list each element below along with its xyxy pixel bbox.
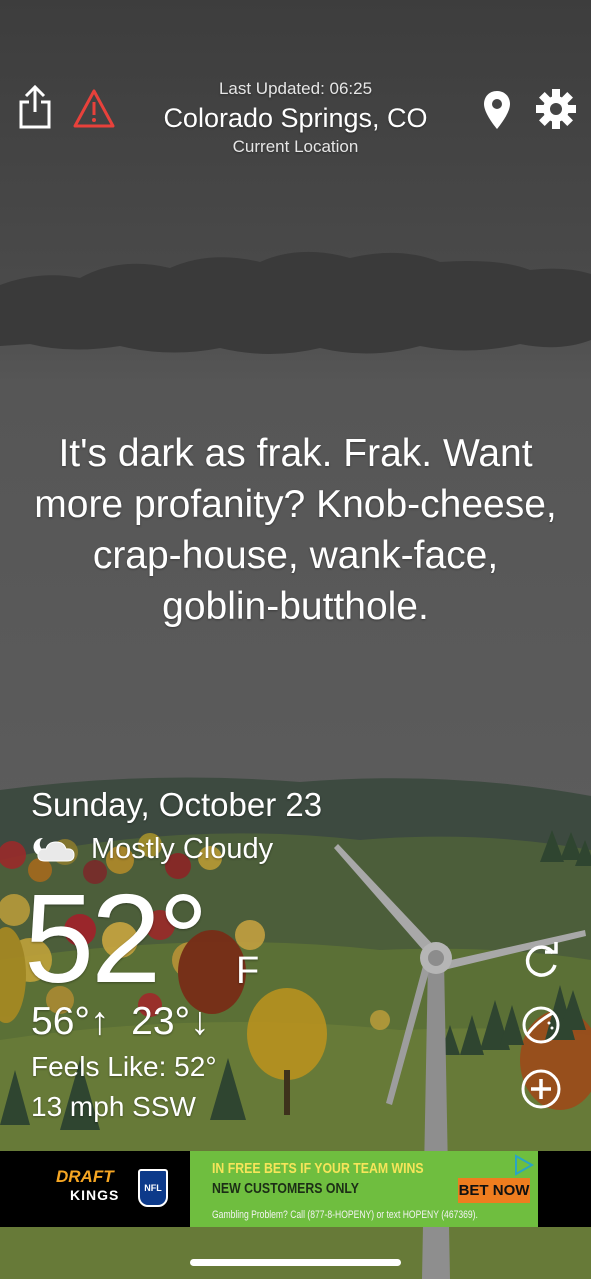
feels-like-label: Feels Like: 52° (31, 1051, 217, 1082)
location-pin-icon[interactable] (482, 89, 512, 131)
location-subtitle: Current Location (232, 137, 359, 156)
ad-headline: IN FREE BETS IF YOUR TEAM WINS (212, 1160, 424, 1177)
ad-subline: NEW CUSTOMERS ONLY (212, 1180, 359, 1197)
gear-icon[interactable] (535, 88, 577, 130)
refresh-icon[interactable] (519, 939, 563, 983)
date-label: Sunday, October 23 (31, 786, 323, 823)
draftkings-logo: DRAFT KINGS (56, 1167, 120, 1203)
nfl-logo: NFL (138, 1169, 168, 1207)
wind-label: 13 mph SSW (31, 1091, 196, 1122)
ad-disclaimer: Gambling Problem? Call (877-8-HOPENY) or… (212, 1209, 478, 1221)
radar-icon[interactable] (519, 1003, 563, 1047)
add-icon[interactable] (519, 1067, 563, 1111)
partly-cloudy-night-icon (31, 834, 77, 864)
condition-label: Mostly Cloudy (91, 833, 274, 865)
home-indicator[interactable] (190, 1259, 401, 1266)
current-temperature: 52° (24, 868, 209, 1009)
temperature-unit[interactable]: F (236, 950, 259, 993)
ad-content[interactable]: IN FREE BETS IF YOUR TEAM WINS NEW CUSTO… (190, 1151, 538, 1227)
bet-now-button[interactable]: BET NOW (458, 1178, 530, 1203)
background-scene (0, 0, 591, 1279)
high-low-temperature: 56°↑ 23°↓ (31, 1000, 210, 1043)
ad-choices-icon[interactable] (512, 1154, 535, 1176)
ad-banner[interactable]: DRAFT KINGS NFL IN FREE BETS IF YOUR TEA… (0, 1151, 591, 1227)
weather-quip: It's dark as frak. Frak. Want more profa… (34, 432, 557, 628)
